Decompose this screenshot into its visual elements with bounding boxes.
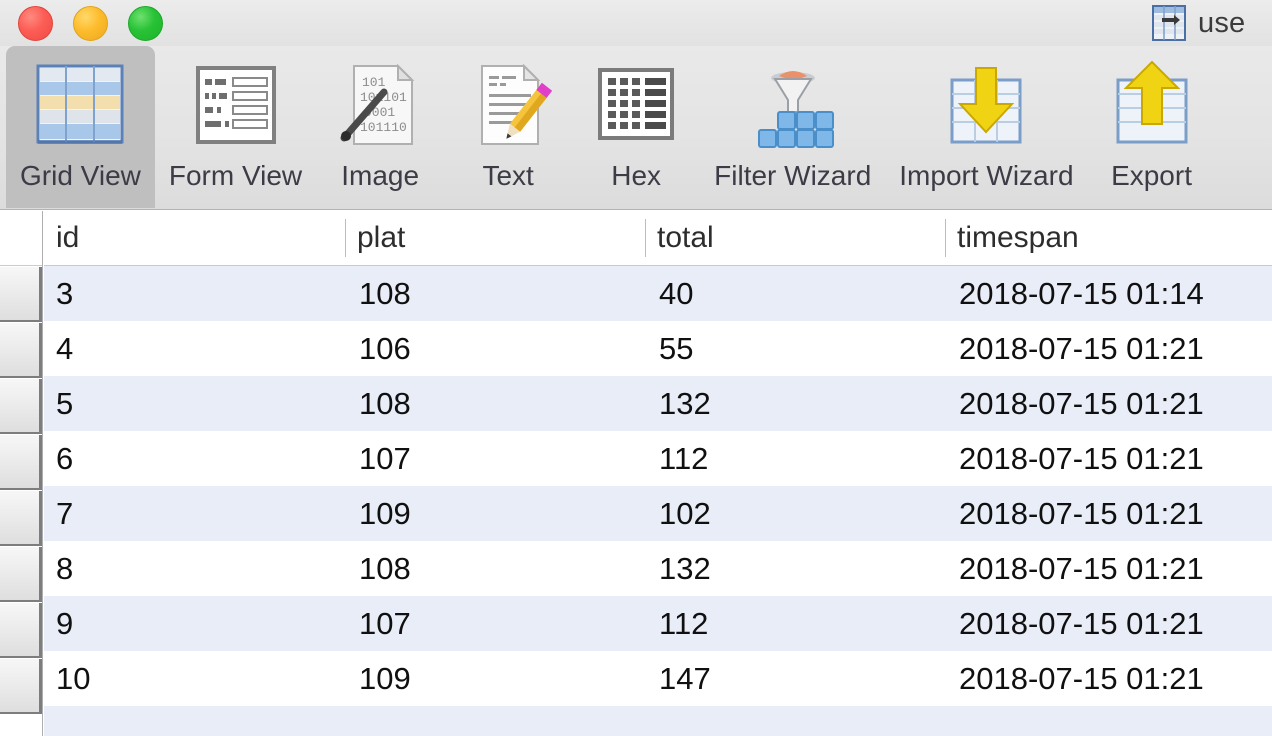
close-window-button[interactable]	[18, 5, 53, 41]
column-header-id[interactable]: id	[44, 211, 345, 266]
table-row[interactable]: 3 108 40 2018-07-15 01:14	[44, 266, 1272, 321]
cell-total[interactable]	[645, 706, 945, 736]
minimize-window-button[interactable]	[73, 5, 108, 41]
cell-total[interactable]: 112	[645, 431, 945, 486]
toolbar-item-label: Import Wizard	[899, 160, 1074, 191]
row-selector-button[interactable]	[0, 603, 42, 658]
cell-plat[interactable]: 109	[345, 651, 645, 706]
toolbar-item-form-view[interactable]: Form View	[155, 46, 316, 208]
window-title-area: use	[1152, 0, 1245, 46]
svg-text:101: 101	[362, 75, 386, 90]
cell-timespan[interactable]: 2018-07-15 01:21	[945, 321, 1272, 376]
cell-total[interactable]: 132	[645, 541, 945, 596]
cell-id[interactable]	[44, 706, 345, 736]
form-view-icon	[186, 56, 286, 156]
cell-timespan[interactable]: 2018-07-15 01:21	[945, 486, 1272, 541]
table-row[interactable]: 5 108 132 2018-07-15 01:21	[44, 376, 1272, 431]
cell-timespan[interactable]	[945, 706, 1272, 736]
window-title: use	[1198, 6, 1246, 39]
row-selector-button[interactable]	[0, 491, 42, 546]
cell-id[interactable]: 8	[44, 541, 345, 596]
column-header-plat[interactable]: plat	[345, 211, 645, 266]
svg-text:101110: 101110	[360, 120, 407, 135]
cell-timespan[interactable]: 2018-07-15 01:21	[945, 541, 1272, 596]
row-header-gutter	[0, 211, 43, 736]
cell-id[interactable]: 9	[44, 596, 345, 651]
table-row[interactable]: 7 109 102 2018-07-15 01:21	[44, 486, 1272, 541]
toolbar-item-filter-wizard[interactable]: Filter Wizard	[700, 46, 885, 208]
app-window: use Grid View Form View 101 0001 101110 …	[0, 0, 1272, 736]
export-arrow-icon	[1102, 56, 1202, 156]
cell-timespan[interactable]: 2018-07-15 01:21	[945, 651, 1272, 706]
toolbar-item-export-wizard[interactable]: Export	[1088, 46, 1216, 208]
row-selector-button[interactable]	[0, 379, 42, 434]
hex-grid-icon	[586, 56, 686, 156]
column-header-total[interactable]: total	[645, 211, 945, 266]
toolbar-item-label: Filter Wizard	[714, 160, 872, 191]
grid-view-icon	[30, 56, 130, 156]
data-grid: id plat total timespan 3 108 40 2018-07-…	[0, 211, 1272, 736]
cell-plat[interactable]: 107	[345, 596, 645, 651]
table-row[interactable]: 4 106 55 2018-07-15 01:21	[44, 321, 1272, 376]
cell-id[interactable]: 4	[44, 321, 345, 376]
row-selector-button[interactable]	[0, 659, 42, 714]
table-row[interactable]: 10 109 147 2018-07-15 01:21	[44, 651, 1272, 706]
cell-timespan[interactable]: 2018-07-15 01:21	[945, 596, 1272, 651]
cell-total[interactable]: 40	[645, 266, 945, 321]
table-grid-icon	[1152, 5, 1186, 41]
cell-plat[interactable]: 108	[345, 376, 645, 431]
toolbar-item-label: Text	[482, 160, 534, 191]
window-controls	[0, 5, 163, 41]
cell-timespan[interactable]: 2018-07-15 01:21	[945, 376, 1272, 431]
table-row[interactable]: 9 107 112 2018-07-15 01:21	[44, 596, 1272, 651]
title-bar: use	[0, 0, 1272, 46]
toolbar-item-text[interactable]: Text	[444, 46, 572, 208]
filter-funnel-icon	[743, 56, 843, 156]
cell-id[interactable]: 6	[44, 431, 345, 486]
cell-total[interactable]: 132	[645, 376, 945, 431]
toolbar-item-label: Export	[1111, 160, 1192, 191]
text-pencil-icon	[458, 56, 558, 156]
toolbar-item-grid-view[interactable]: Grid View	[6, 46, 155, 208]
row-selector-button[interactable]	[0, 435, 42, 490]
cell-plat[interactable]: 108	[345, 266, 645, 321]
cell-plat[interactable]: 109	[345, 486, 645, 541]
row-selector-button[interactable]	[0, 323, 42, 378]
cell-timespan[interactable]: 2018-07-15 01:21	[945, 431, 1272, 486]
cell-plat[interactable]	[345, 706, 645, 736]
cell-plat[interactable]: 106	[345, 321, 645, 376]
table-header-row: id plat total timespan	[44, 211, 1272, 266]
row-selector-button[interactable]	[0, 267, 42, 322]
table-row[interactable]: 8 108 132 2018-07-15 01:21	[44, 541, 1272, 596]
cell-id[interactable]: 7	[44, 486, 345, 541]
column-header-timespan[interactable]: timespan	[945, 211, 1272, 266]
toolbar-item-label: Form View	[168, 160, 303, 191]
toolbar-item-hex[interactable]: Hex	[572, 46, 700, 208]
cell-total[interactable]: 147	[645, 651, 945, 706]
cell-plat[interactable]: 108	[345, 541, 645, 596]
toolbar-item-label: Hex	[611, 160, 662, 191]
cell-total[interactable]: 102	[645, 486, 945, 541]
import-arrow-icon	[936, 56, 1036, 156]
toolbar-item-image[interactable]: 101 101101 0001 101110 Image	[316, 46, 444, 208]
zoom-window-button[interactable]	[128, 5, 163, 41]
cell-plat[interactable]: 107	[345, 431, 645, 486]
cell-total[interactable]: 55	[645, 321, 945, 376]
toolbar-item-label: Grid View	[20, 160, 141, 191]
toolbar: Grid View Form View 101 0001 101110 Imag…	[0, 46, 1272, 210]
row-selector-button[interactable]	[0, 547, 42, 602]
image-binary-icon: 101 101101 0001 101110	[330, 56, 430, 156]
table-row[interactable]: 6 107 112 2018-07-15 01:21	[44, 431, 1272, 486]
toolbar-item-import-wizard[interactable]: Import Wizard	[885, 46, 1087, 208]
cell-id[interactable]: 3	[44, 266, 345, 321]
cell-id[interactable]: 10	[44, 651, 345, 706]
table-row-partial[interactable]	[44, 706, 1272, 736]
cell-timespan[interactable]: 2018-07-15 01:14	[945, 266, 1272, 321]
gutter-corner	[0, 211, 42, 266]
table: id plat total timespan 3 108 40 2018-07-…	[44, 211, 1272, 736]
cell-id[interactable]: 5	[44, 376, 345, 431]
cell-total[interactable]: 112	[645, 596, 945, 651]
toolbar-item-label: Image	[341, 160, 420, 191]
